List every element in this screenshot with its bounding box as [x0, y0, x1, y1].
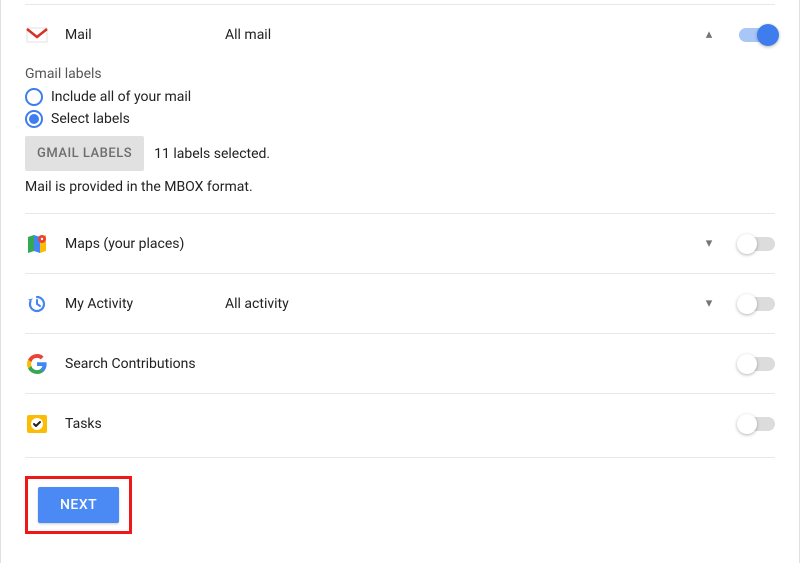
product-option-mail: All mail [225, 27, 695, 43]
labels-row: GMAIL LABELS 11 labels selected. [25, 136, 775, 171]
expand-maps[interactable]: ▾ [695, 236, 723, 251]
mail-details: Gmail labels Include all of your mail Se… [25, 64, 775, 213]
next-button-highlight: NEXT [25, 476, 132, 534]
product-name-search: Search Contributions [65, 356, 196, 372]
toggle-maps[interactable] [739, 237, 775, 251]
toggle-activity[interactable] [739, 297, 775, 311]
toggle-search[interactable] [739, 357, 775, 371]
google-icon [25, 352, 65, 376]
radio-icon [25, 88, 43, 106]
gmail-labels-button[interactable]: GMAIL LABELS [25, 136, 144, 171]
maps-icon [25, 232, 65, 256]
product-row-activity: My Activity All activity ▾ [25, 273, 775, 333]
chevron-down-icon: ▾ [706, 296, 713, 311]
product-name-activity: My Activity [65, 296, 225, 312]
labels-selected-count: 11 labels selected. [154, 146, 270, 162]
mail-format-note: Mail is provided in the MBOX format. [25, 179, 775, 203]
takeout-panel: Mail All mail ▴ Gmail labels Include all… [0, 0, 800, 563]
product-row-mail: Mail All mail ▴ [25, 4, 775, 64]
radio-select-labels-label: Select labels [51, 111, 130, 127]
product-option-activity: All activity [225, 296, 695, 312]
toggle-tasks[interactable] [739, 417, 775, 431]
product-row-search: Search Contributions [25, 333, 775, 393]
radio-include-all-label: Include all of your mail [51, 89, 191, 105]
expand-activity[interactable]: ▾ [695, 296, 723, 311]
radio-select-labels[interactable]: Select labels [25, 110, 775, 128]
chevron-down-icon: ▾ [706, 236, 713, 251]
chevron-up-icon: ▴ [706, 27, 713, 42]
product-name-mail: Mail [65, 27, 225, 43]
product-row-tasks: Tasks [25, 393, 775, 453]
product-name-maps: Maps (your places) [65, 236, 184, 252]
toggle-mail[interactable] [739, 28, 775, 42]
collapse-mail[interactable]: ▴ [695, 27, 723, 42]
tasks-icon [25, 412, 65, 436]
radio-include-all[interactable]: Include all of your mail [25, 88, 775, 106]
next-button[interactable]: NEXT [38, 487, 119, 523]
radio-icon [25, 110, 43, 128]
footer: NEXT [25, 458, 775, 552]
product-name-tasks: Tasks [65, 416, 225, 432]
activity-icon [25, 292, 65, 316]
product-row-maps: Maps (your places) ▾ [25, 213, 775, 273]
gmail-labels-heading: Gmail labels [25, 66, 775, 82]
mail-icon [25, 23, 65, 47]
